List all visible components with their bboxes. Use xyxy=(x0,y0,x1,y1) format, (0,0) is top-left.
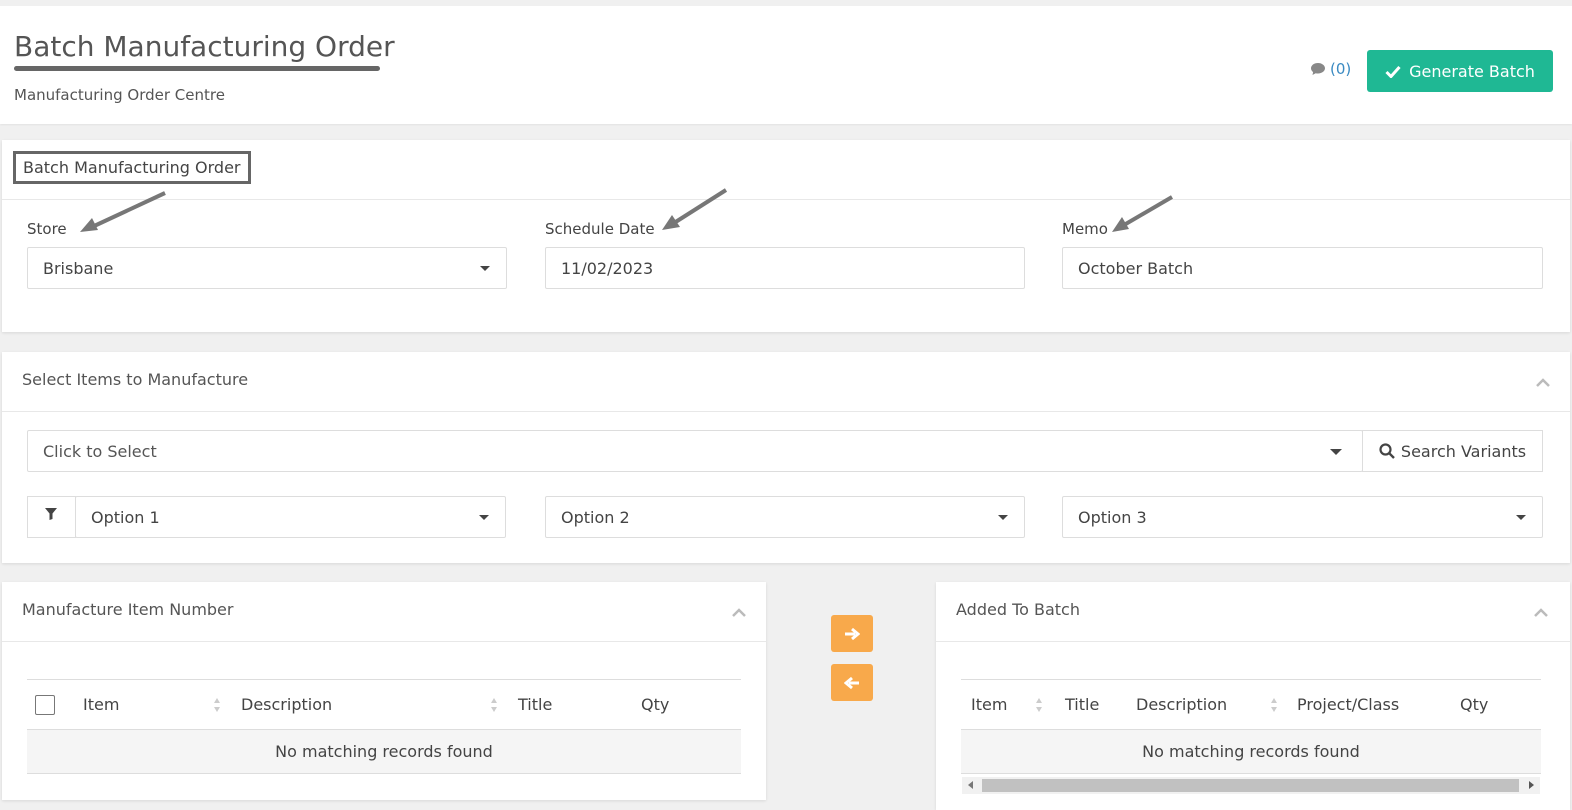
variant-select-placeholder: Click to Select xyxy=(43,442,157,461)
page-title: Batch Manufacturing Order xyxy=(14,30,395,63)
right-panel-header: Added To Batch xyxy=(936,582,1570,642)
column-header-project-class: Project/Class xyxy=(1286,680,1448,730)
option-2-select[interactable]: Option 2 xyxy=(545,496,1025,538)
chevron-down-icon xyxy=(479,515,489,520)
option-3-value: Option 3 xyxy=(1078,508,1147,527)
select-panel-header: Select Items to Manufacture xyxy=(2,352,1570,412)
option-1-select[interactable]: Option 1 xyxy=(75,496,506,538)
chevron-down-icon xyxy=(998,515,1008,520)
page-header: Batch Manufacturing Order Manufacturing … xyxy=(0,6,1572,124)
chevron-up-icon[interactable] xyxy=(1534,608,1548,618)
search-icon xyxy=(1379,443,1395,459)
select-all-column xyxy=(27,680,71,730)
chevron-down-icon xyxy=(480,266,490,271)
sort-icon xyxy=(214,698,220,712)
search-variants-button[interactable]: Search Variants xyxy=(1362,430,1543,472)
chevron-up-icon[interactable] xyxy=(732,608,746,618)
column-header-label: Description xyxy=(241,695,333,714)
store-label: Store xyxy=(27,220,67,238)
title-annotation-underline xyxy=(14,66,380,71)
arrow-right-icon xyxy=(845,627,860,640)
memo-value: October Batch xyxy=(1078,259,1194,278)
column-header-label: Title xyxy=(1065,695,1100,714)
manufacture-items-table: Item Description Title Qty No matching r… xyxy=(27,679,741,775)
schedule-date-field[interactable]: 11/02/2023 xyxy=(545,247,1025,289)
order-details-panel: Batch Manufacturing Order Store Brisbane… xyxy=(2,140,1570,332)
comment-icon xyxy=(1311,63,1325,75)
left-panel-title: Manufacture Item Number xyxy=(22,600,234,619)
column-header-item[interactable]: Item xyxy=(71,680,229,730)
page-subtitle: Manufacturing Order Centre xyxy=(14,86,225,104)
filter-button[interactable] xyxy=(27,496,76,538)
generate-batch-label: Generate Batch xyxy=(1409,61,1535,81)
column-header-description[interactable]: Description xyxy=(229,680,506,730)
check-icon xyxy=(1385,65,1401,78)
right-panel-title: Added To Batch xyxy=(956,600,1080,619)
arrow-left-icon xyxy=(844,676,859,689)
search-variants-label: Search Variants xyxy=(1400,441,1527,461)
left-panel-header: Manufacture Item Number xyxy=(2,582,766,642)
select-all-checkbox[interactable] xyxy=(35,695,55,715)
comments-link[interactable]: (0) xyxy=(1310,60,1351,78)
variant-select[interactable]: Click to Select xyxy=(27,430,1363,472)
store-select[interactable]: Brisbane xyxy=(27,247,507,289)
generate-batch-button[interactable]: Generate Batch xyxy=(1367,50,1553,92)
column-header-description[interactable]: Description xyxy=(1126,680,1286,730)
option-3-select[interactable]: Option 3 xyxy=(1062,496,1543,538)
order-panel-title: Batch Manufacturing Order xyxy=(13,151,251,184)
manufacture-items-panel: Manufacture Item Number Item Description… xyxy=(2,582,766,800)
empty-table-message: No matching records found xyxy=(27,730,741,774)
option-1-value: Option 1 xyxy=(91,508,160,527)
empty-table-message: No matching records found xyxy=(961,730,1541,774)
added-to-batch-panel: Added To Batch Item Title Description Pr… xyxy=(936,582,1570,810)
remove-from-batch-button[interactable] xyxy=(831,664,873,701)
schedule-date-label: Schedule Date xyxy=(545,220,655,238)
column-header-item[interactable]: Item xyxy=(961,680,1051,730)
chevron-up-icon[interactable] xyxy=(1536,378,1550,388)
column-header-label: Qty xyxy=(641,695,670,714)
memo-field[interactable]: October Batch xyxy=(1062,247,1543,289)
horizontal-scrollbar[interactable] xyxy=(962,777,1540,794)
sort-icon xyxy=(1036,698,1042,712)
sort-icon xyxy=(1271,698,1277,712)
chevron-down-icon xyxy=(1516,515,1526,520)
scroll-right-icon[interactable] xyxy=(1529,781,1534,789)
column-header-label: Description xyxy=(1136,695,1228,714)
add-to-batch-button[interactable] xyxy=(831,615,873,652)
select-panel-title: Select Items to Manufacture xyxy=(22,370,249,389)
column-header-title: Title xyxy=(1051,680,1126,730)
column-header-label: Item xyxy=(83,695,120,714)
store-value: Brisbane xyxy=(43,259,114,278)
column-header-title: Title xyxy=(506,680,629,730)
memo-label: Memo xyxy=(1062,220,1108,238)
column-header-label: Title xyxy=(518,695,553,714)
schedule-date-value: 11/02/2023 xyxy=(561,259,654,278)
column-header-qty: Qty xyxy=(1448,680,1541,730)
column-header-qty: Qty xyxy=(629,680,741,730)
filter-icon xyxy=(45,508,57,520)
option-2-value: Option 2 xyxy=(561,508,630,527)
added-to-batch-table: Item Title Description Project/Class Qty… xyxy=(961,679,1541,775)
sort-icon xyxy=(491,698,497,712)
comments-count: (0) xyxy=(1330,60,1352,78)
chevron-down-icon xyxy=(1330,449,1342,455)
scroll-left-icon[interactable] xyxy=(968,781,973,789)
column-header-label: Qty xyxy=(1460,695,1489,714)
scrollbar-thumb[interactable] xyxy=(982,779,1519,792)
column-header-label: Item xyxy=(971,695,1008,714)
column-header-label: Project/Class xyxy=(1297,695,1400,714)
